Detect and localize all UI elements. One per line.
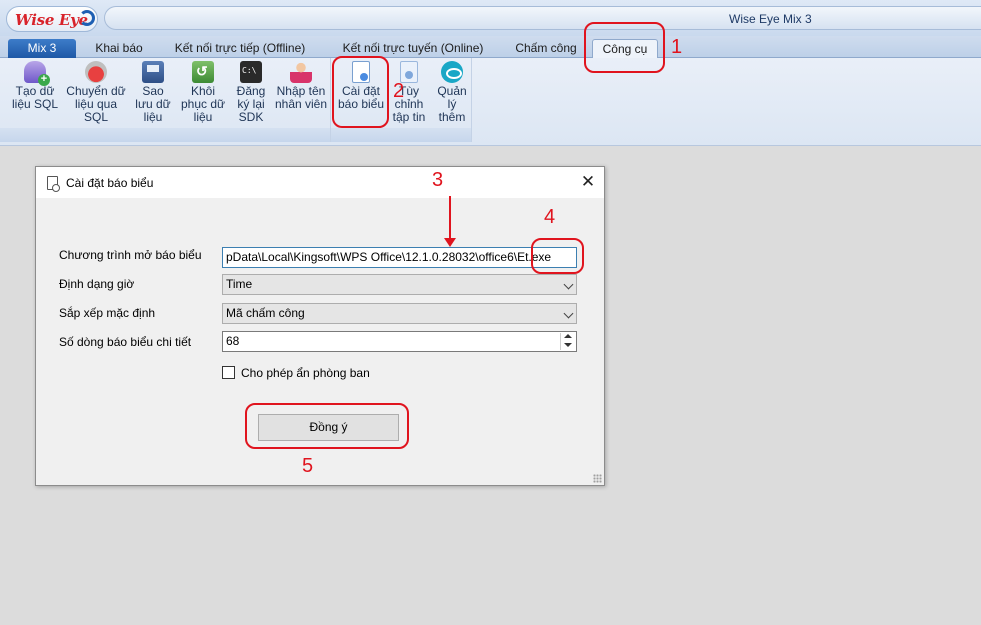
arrow-down-icon: [564, 343, 572, 347]
tab-cham-cong[interactable]: Chấm công: [508, 39, 584, 58]
hide-department-label: Cho phép ẩn phòng ban: [241, 366, 370, 380]
title-pill: [104, 6, 981, 30]
manage-more-button[interactable]: Quản lý thêm: [433, 61, 471, 124]
resize-grip-icon[interactable]: [593, 474, 602, 483]
rows-value: 68: [226, 334, 240, 348]
register-sdk-button[interactable]: Đăng ký lại SDK: [232, 61, 270, 124]
ribbon-button-label: Khôi phục dữ liệu: [180, 84, 226, 124]
ribbon-button-label: Tạo dữ liệu SQL: [11, 84, 59, 111]
program-path-input[interactable]: pData\Local\Kingsoft\WPS Office\12.1.0.2…: [222, 247, 577, 268]
annotation-number-1: 1: [671, 36, 683, 58]
create-sql-data-button[interactable]: Tạo dữ liệu SQL: [10, 61, 60, 111]
app-logo: Wise Eye: [6, 6, 98, 32]
sort-value: Mã chấm công: [226, 306, 305, 320]
rows-label: Số dòng báo biểu chi tiết: [59, 335, 192, 349]
database-add-icon: [24, 61, 50, 86]
document-icon: [47, 176, 60, 192]
backup-icon: [142, 61, 164, 83]
annotation-number-2: 2: [393, 80, 405, 102]
tab-khai-bao[interactable]: Khai báo: [85, 39, 153, 58]
ribbon-button-label: Nhập tên nhân viên: [274, 84, 328, 111]
time-format-select[interactable]: Time: [222, 274, 577, 295]
eye-icon: [441, 61, 463, 83]
close-button[interactable]: ✕: [576, 171, 600, 193]
spin-buttons[interactable]: [560, 333, 575, 350]
annotation-box-5: [245, 403, 409, 449]
ribbon-button-label: Sao lưu dữ liệu: [135, 84, 171, 124]
ribbon-group-footer: [0, 128, 330, 142]
ribbon-button-label: Chuyển dữ liệu qua SQL: [66, 84, 126, 124]
restore-icon: [192, 61, 214, 83]
tab-offline[interactable]: Kết nối trực tiếp (Offline): [163, 39, 317, 58]
annotation-box-2: [332, 56, 389, 128]
hide-department-checkbox[interactable]: [222, 366, 235, 379]
app-title: Wise Eye Mix 3: [729, 12, 812, 26]
annotation-number-3: 3: [432, 169, 444, 191]
rows-stepper[interactable]: 68: [222, 331, 577, 352]
dialog-title: Cài đặt báo biểu: [66, 176, 154, 190]
chevron-down-icon: [563, 308, 574, 319]
ribbon-button-label: Đăng ký lại SDK: [236, 84, 266, 124]
program-label: Chương trình mở báo biểu: [59, 248, 202, 262]
ribbon: Tạo dữ liệu SQL Chuyển dữ liệu qua SQL S…: [0, 58, 981, 146]
time-format-value: Time: [226, 277, 253, 291]
sort-select[interactable]: Mã chấm công: [222, 303, 577, 324]
transfer-sql-button[interactable]: Chuyển dữ liệu qua SQL: [63, 61, 129, 124]
annotation-number-5: 5: [302, 455, 314, 477]
restore-button[interactable]: Khôi phục dữ liệu: [178, 61, 228, 124]
transfer-icon: [85, 61, 107, 83]
time-format-label: Định dạng giờ: [59, 277, 135, 291]
annotation-box-1: [584, 22, 665, 73]
ribbon-tab-bar: Mix 3 Khai báo Kết nối trực tiếp (Offlin…: [0, 36, 981, 58]
employee-icon: [290, 61, 312, 83]
annotation-box-4: [531, 238, 584, 274]
arrow-up-icon: [564, 334, 572, 338]
sort-label: Sắp xếp mặc định: [59, 306, 156, 320]
logo-text: Wise Eye: [15, 11, 88, 29]
annotation-number-4: 4: [544, 206, 556, 228]
import-employee-names-button[interactable]: Nhập tên nhân viên: [272, 61, 330, 111]
backup-button[interactable]: Sao lưu dữ liệu: [132, 61, 174, 124]
title-bar: Wise Eye Wise Eye Mix 3: [0, 0, 981, 36]
ribbon-button-label: Quản lý thêm: [437, 84, 467, 124]
annotation-arrow-line: [449, 196, 451, 241]
ribbon-group-footer: [331, 128, 471, 142]
logo-swoosh-icon: [79, 10, 95, 26]
annotation-arrow-head: [444, 238, 456, 247]
tab-mix3[interactable]: Mix 3: [8, 39, 76, 58]
console-icon: [240, 61, 262, 83]
dialog-title-bar: Cài đặt báo biểu ✕: [36, 167, 604, 198]
chevron-down-icon: [563, 279, 574, 290]
